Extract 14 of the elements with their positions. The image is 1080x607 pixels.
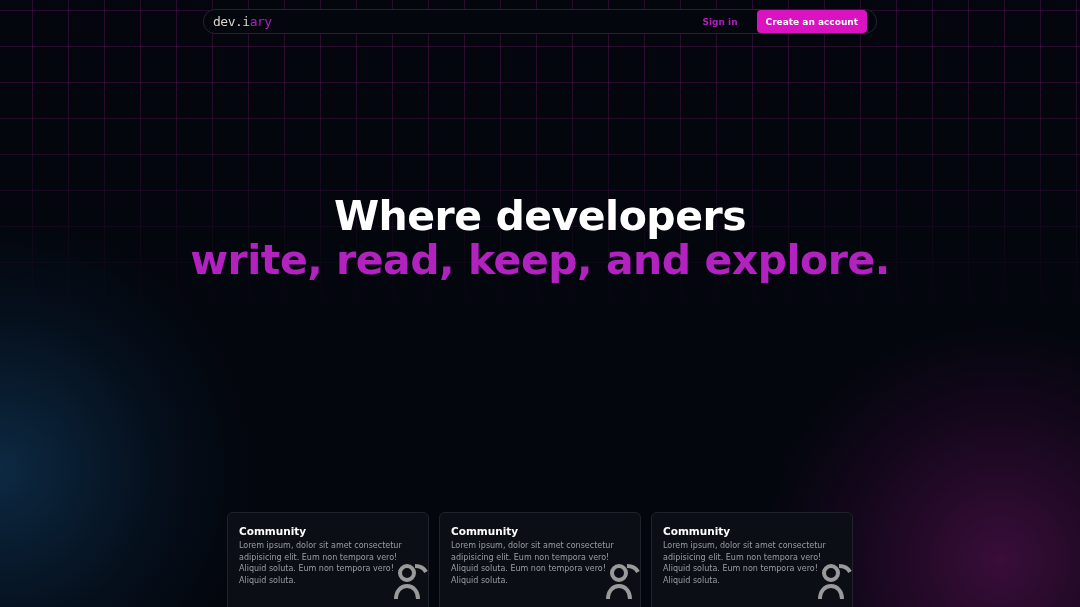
card-title: Community bbox=[663, 525, 732, 537]
users-icon bbox=[394, 563, 428, 599]
hero-heading: Where developers bbox=[333, 194, 747, 238]
card-text: Lorem ipsum, dolor sit amet consectetur adipisicing elit. Eum non tempora vero! Aliquid soluta. Eum non tempora vero! Aliquid soluta. bbox=[663, 540, 827, 586]
card-title: Community bbox=[239, 525, 308, 537]
logo[interactable]: dev.iary bbox=[213, 14, 272, 29]
card-text: Lorem ipsum, dolor sit amet consectetur adipisicing elit. Eum non tempora vero! Aliquid soluta. Eum non tempora vero! Aliquid soluta. bbox=[239, 540, 403, 586]
card-title: Community bbox=[451, 525, 520, 537]
hero-subheading: write, read, keep, and explore. bbox=[190, 238, 890, 282]
users-icon bbox=[818, 563, 852, 599]
card-text: Lorem ipsum, dolor sit amet consectetur adipisicing elit. Eum non tempora vero! Aliquid soluta. Eum non tempora vero! Aliquid soluta. bbox=[451, 540, 615, 586]
create-account-button[interactable]: Create an account bbox=[756, 10, 867, 33]
sign-in-link[interactable]: Sign in bbox=[702, 16, 738, 27]
users-icon bbox=[606, 563, 640, 599]
